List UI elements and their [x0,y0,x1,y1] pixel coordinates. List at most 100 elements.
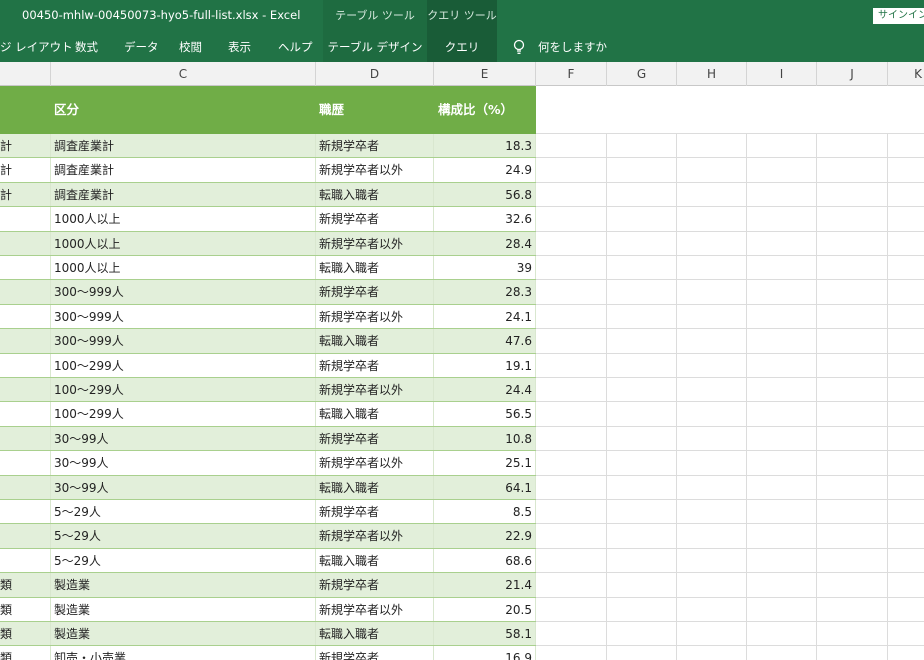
cell-career[interactable]: 転職入職者 [316,548,434,573]
cell-b[interactable] [0,524,51,548]
cell-category[interactable]: 300～999人 [51,280,316,304]
column-header-d[interactable]: D [316,62,434,86]
cell-category[interactable]: 製造業 [51,622,316,646]
cell-career[interactable]: 転職入職者 [316,256,434,280]
tab-table-design[interactable]: テーブル デザイン [323,32,427,62]
tab-query[interactable]: クエリ [427,32,497,62]
column-header-i[interactable]: I [747,62,817,86]
cell-ratio[interactable]: 64.1 [434,475,536,499]
column-header-g[interactable]: G [607,62,677,86]
cell-category[interactable]: 製造業 [51,597,316,621]
cell-ratio[interactable]: 32.6 [434,207,536,231]
cell-career[interactable]: 新規学卒者 [316,426,434,451]
cell-category[interactable]: 100～299人 [51,402,316,426]
cell-career[interactable]: 新規学卒者以外 [316,231,434,255]
cell-category[interactable]: 100～299人 [51,353,316,377]
cell-career[interactable]: 新規学卒者以外 [316,304,434,329]
cell-ratio[interactable]: 18.3 [434,134,536,158]
cell-b[interactable] [0,548,51,573]
cell-career[interactable]: 新規学卒者 [316,207,434,231]
cell-ratio[interactable]: 58.1 [434,622,536,646]
cell-ratio[interactable]: 20.5 [434,597,536,621]
cell-ratio[interactable]: 56.5 [434,402,536,426]
header-cell-career[interactable]: 職歴 [319,86,344,134]
cell-category[interactable]: 100～299人 [51,378,316,402]
cell-career[interactable]: 新規学卒者 [316,646,434,660]
cell-category[interactable]: 30～99人 [51,475,316,499]
cell-ratio[interactable]: 68.6 [434,548,536,573]
cell-b[interactable] [0,353,51,377]
cell-category[interactable]: 1000人以上 [51,231,316,255]
cell-b[interactable]: 類 [0,597,51,621]
cell-category[interactable]: 調査産業計 [51,182,316,207]
lightbulb-icon[interactable] [512,39,526,55]
cell-career[interactable]: 新規学卒者 [316,280,434,304]
cell-ratio[interactable]: 24.4 [434,378,536,402]
column-header-e[interactable]: E [434,62,536,86]
tab-review[interactable]: 校閲 [179,32,202,62]
cell-b[interactable]: 類 [0,573,51,597]
cell-career[interactable]: 新規学卒者 [316,134,434,158]
cell-ratio[interactable]: 16.9 [434,646,536,660]
cell-ratio[interactable]: 22.9 [434,524,536,548]
tab-formulas[interactable]: 数式 [75,32,98,62]
cell-ratio[interactable]: 10.8 [434,426,536,451]
column-header-h[interactable]: H [677,62,747,86]
cell-b[interactable]: 類 [0,622,51,646]
header-cell-ratio[interactable]: 構成比（%） [438,86,513,134]
cell-career[interactable]: 新規学卒者以外 [316,524,434,548]
cell-career[interactable]: 新規学卒者以外 [316,597,434,621]
cell-ratio[interactable]: 19.1 [434,353,536,377]
tab-help[interactable]: ヘルプ [278,32,313,62]
cell-b[interactable] [0,402,51,426]
cell-ratio[interactable]: 47.6 [434,329,536,353]
cell-ratio[interactable]: 24.9 [434,158,536,182]
cell-category[interactable]: 5～29人 [51,524,316,548]
cell-career[interactable]: 新規学卒者以外 [316,378,434,402]
cell-b[interactable] [0,378,51,402]
cell-career[interactable]: 新規学卒者以外 [316,158,434,182]
cell-category[interactable]: 5～29人 [51,548,316,573]
signin-button[interactable]: サインイン [873,8,924,24]
cell-category[interactable]: 30～99人 [51,426,316,451]
cell-b[interactable] [0,256,51,280]
cell-category[interactable]: 1000人以上 [51,207,316,231]
cell-b[interactable]: 計 [0,182,51,207]
cell-career[interactable]: 新規学卒者以外 [316,451,434,475]
cell-career[interactable]: 転職入職者 [316,182,434,207]
cell-ratio[interactable]: 28.3 [434,280,536,304]
cell-b[interactable] [0,426,51,451]
tab-data[interactable]: データ [124,32,159,62]
column-header-f[interactable]: F [536,62,607,86]
cell-b[interactable] [0,329,51,353]
worksheet-grid[interactable]: 区分 職歴 構成比（%） 計調査産業計 新規学卒者 18.3 計調査産業計 新規学卒者以… [0,86,924,660]
cell-career[interactable]: 転職入職者 [316,329,434,353]
cell-category[interactable]: 300～999人 [51,304,316,329]
tab-page-layout[interactable]: ジ レイアウト [0,32,73,62]
cell-ratio[interactable]: 8.5 [434,500,536,524]
cell-category[interactable]: 1000人以上 [51,256,316,280]
cell-career[interactable]: 新規学卒者 [316,500,434,524]
cell-career[interactable]: 転職入職者 [316,475,434,499]
column-header-j[interactable]: J [817,62,888,86]
column-header-b-partial[interactable] [0,62,51,86]
cell-career[interactable]: 転職入職者 [316,622,434,646]
cell-category[interactable]: 5～29人 [51,500,316,524]
cell-career[interactable]: 転職入職者 [316,402,434,426]
cell-b[interactable] [0,304,51,329]
cell-b[interactable]: 類 [0,646,51,660]
cell-b[interactable] [0,231,51,255]
column-header-c[interactable]: C [51,62,316,86]
cell-ratio[interactable]: 39 [434,256,536,280]
cell-b[interactable] [0,451,51,475]
cell-category[interactable]: 300～999人 [51,329,316,353]
cell-b[interactable] [0,500,51,524]
cell-category[interactable]: 調査産業計 [51,158,316,182]
cell-b[interactable]: 計 [0,134,51,158]
cell-ratio[interactable]: 21.4 [434,573,536,597]
tab-view[interactable]: 表示 [228,32,251,62]
tell-me-search[interactable]: 何をしますか [538,32,607,62]
header-cell-category[interactable]: 区分 [54,86,79,134]
cell-b[interactable] [0,475,51,499]
cell-career[interactable]: 新規学卒者 [316,353,434,377]
